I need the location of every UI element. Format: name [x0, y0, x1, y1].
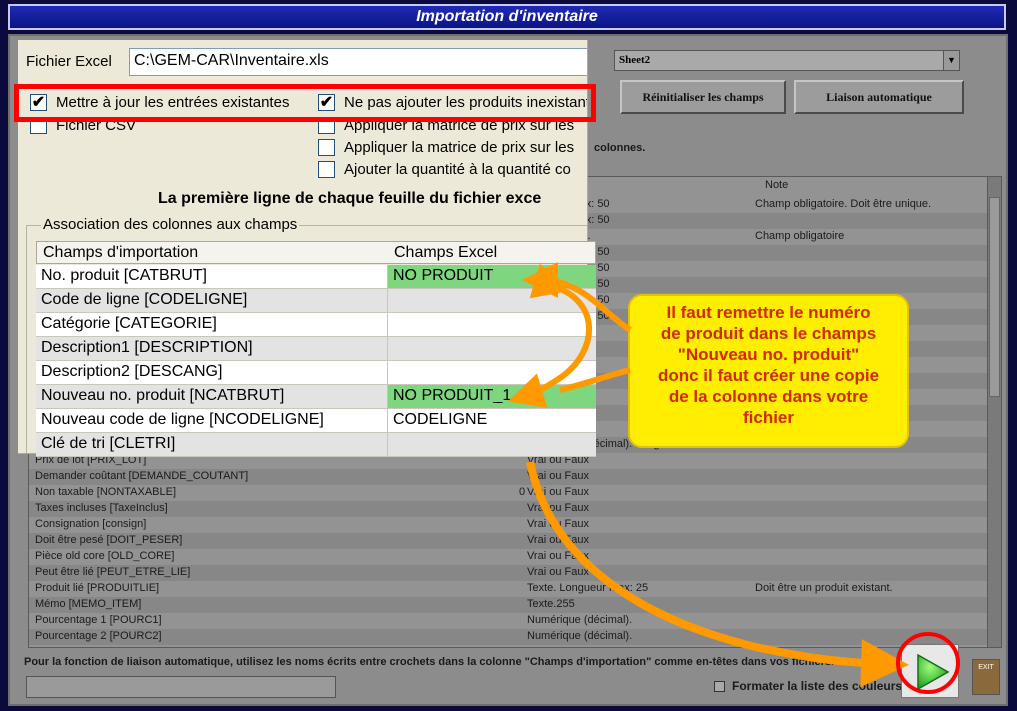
instruction-callout: Il faut remettre le numéro de produit da…: [628, 294, 909, 448]
table-row[interactable]: Pourcentage 1 [POURC1] Numérique (décimal…: [29, 613, 987, 629]
file-label: Fichier Excel: [26, 53, 112, 70]
grid-header-excel-fields: Champs Excel: [394, 244, 498, 261]
scrollbar-thumb[interactable]: [989, 197, 1000, 397]
window-title: Importation d'inventaire: [8, 4, 1006, 30]
grid-row[interactable]: Clé de tri [CLETRI]: [36, 433, 596, 457]
grid-row[interactable]: Description2 [DESCANG]: [36, 361, 596, 385]
qty-label: Ajouter la quantité à la quantité co: [344, 161, 571, 178]
callout-line: donc il faut créer une copie: [657, 366, 880, 385]
grid-row[interactable]: Nouveau code de ligne [NCODELIGNE] CODELI…: [36, 409, 596, 433]
table-cell: Vrai ou Faux: [527, 502, 589, 514]
sheet-select[interactable]: Sheet2 ▼: [614, 50, 960, 71]
table-cell: Vrai ou Faux: [527, 534, 589, 546]
table-row[interactable]: Pièce old core [OLD_CORE] Vrai ou Faux: [29, 549, 987, 565]
table-cell: Pourcentage 1 [POURC1]: [35, 614, 162, 626]
callout-line: de produit dans le champs: [660, 324, 877, 343]
table-row[interactable]: Produit lié [PRODUITLIE] Texte. Longueur …: [29, 581, 987, 597]
footer-instructions: Pour la fonction de liaison automatique,…: [24, 656, 835, 668]
table-cell: Texte. Longueur max: 25: [527, 582, 649, 594]
import-field-cell: Nouveau code de ligne [NCODELIGNE]: [36, 409, 388, 432]
colonnes-text: colonnes.: [594, 142, 646, 154]
table-cell: Doit être un produit existant.: [755, 582, 893, 594]
table-cell: Texte.255: [527, 598, 575, 610]
table-cell: Mémo [MEMO_ITEM]: [35, 598, 142, 610]
excel-field-cell[interactable]: [388, 361, 596, 384]
table-cell: 0: [519, 486, 526, 498]
table-cell: Champ obligatoire: [755, 230, 845, 242]
table-cell: Consignation [consign]: [35, 518, 147, 530]
excel-file-input[interactable]: C:\GEM-CAR\Inventaire.xls: [129, 48, 587, 76]
table-cell: Numérique (décimal).: [527, 614, 633, 626]
table-row[interactable]: Demander coûtant [DEMANDE_COUTANT] Vrai o…: [29, 469, 987, 485]
table-cell: Produit lié [PRODUITLIE]: [35, 582, 160, 594]
table-cell: Taxes incluses [TaxeInclus]: [35, 502, 168, 514]
matrix2-checkbox[interactable]: [318, 139, 335, 156]
import-field-cell: Description1 [DESCRIPTION]: [36, 337, 388, 360]
callout-line: Il faut remettre le numéro: [666, 303, 871, 322]
excel-field-cell[interactable]: CODELIGNE: [388, 409, 596, 432]
import-field-cell: Description2 [DESCANG]: [36, 361, 388, 384]
table-cell: Peut être lié [PEUT_ETRE_LIE]: [35, 566, 191, 578]
reset-fields-button[interactable]: Réinitialiser les champs: [620, 80, 786, 114]
excel-field-cell[interactable]: [388, 313, 596, 336]
table-row[interactable]: Doit être pesé [DOIT_PESER] Vrai ou Faux: [29, 533, 987, 549]
qty-checkbox[interactable]: [318, 161, 335, 178]
grid-header: Champs d'importation Champs Excel: [36, 241, 596, 264]
table-cell: Vrai ou Faux: [527, 486, 589, 498]
play-icon: [917, 653, 950, 691]
import-field-cell: Nouveau no. produit [NCATBRUT]: [36, 385, 388, 408]
table-row[interactable]: Non taxable [NONTAXABLE] 0 Vrai ou Faux: [29, 485, 987, 501]
format-checkbox[interactable]: [714, 681, 725, 692]
grid-scrollbar[interactable]: [987, 177, 1001, 647]
table-cell: Pièce old core [OLD_CORE]: [35, 550, 175, 562]
table-row[interactable]: Taxes incluses [TaxeInclus] Vrai ou Faux: [29, 501, 987, 517]
format-checkbox-label: Formater la liste des couleurs: [732, 679, 903, 693]
table-cell: Champ obligatoire. Doit être unique.: [755, 198, 932, 210]
table-cell: Vrai ou Faux: [527, 470, 589, 482]
grid-row[interactable]: No. produit [CATBRUT] NO PRODUIT: [36, 265, 596, 289]
sheet-select-value: Sheet2: [619, 54, 651, 66]
exit-icon[interactable]: EXIT: [972, 659, 1000, 695]
import-play-button[interactable]: [901, 644, 959, 698]
grid-header-note: Note: [765, 179, 789, 191]
first-line-note: La première ligne de chaque feuille du f…: [158, 190, 542, 207]
table-row[interactable]: Pourcentage 2 [POURC2] Numérique (décimal…: [29, 629, 987, 645]
table-cell: Doit être pesé [DOIT_PESER]: [35, 534, 183, 546]
import-field-cell: Code de ligne [CODELIGNE]: [36, 289, 388, 312]
table-cell: Numérique (décimal).: [527, 630, 633, 642]
callout-line: fichier: [742, 408, 795, 427]
table-cell: Vrai ou Faux: [527, 518, 589, 530]
excel-field-cell[interactable]: [388, 337, 596, 360]
grid-row[interactable]: Catégorie [CATEGORIE]: [36, 313, 596, 337]
import-field-cell: Clé de tri [CLETRI]: [36, 433, 388, 456]
excel-field-cell[interactable]: NO PRODUIT_1: [388, 385, 596, 408]
matrix2-label: Appliquer la matrice de prix sur les: [344, 139, 575, 156]
import-field-cell: No. produit [CATBRUT]: [36, 265, 388, 288]
table-cell: Pourcentage 2 [POURC2]: [35, 630, 162, 642]
table-cell: Vrai ou Faux: [527, 566, 589, 578]
grid-row[interactable]: Nouveau no. produit [NCATBRUT] NO PRODUIT…: [36, 385, 596, 409]
auto-link-button[interactable]: Liaison automatique: [794, 80, 964, 114]
status-field: [26, 676, 336, 698]
chevron-down-icon[interactable]: ▼: [943, 51, 959, 70]
excel-field-cell[interactable]: [388, 289, 596, 312]
excel-field-cell[interactable]: [388, 433, 596, 456]
table-row[interactable]: Mémo [MEMO_ITEM] Texte.255: [29, 597, 987, 613]
grid-row[interactable]: Code de ligne [CODELIGNE]: [36, 289, 596, 313]
table-cell: Demander coûtant [DEMANDE_COUTANT]: [35, 470, 249, 482]
exit-label: EXIT: [978, 664, 994, 671]
table-cell: Vrai ou Faux: [527, 550, 589, 562]
table-row[interactable]: Consignation [consign] Vrai ou Faux: [29, 517, 987, 533]
table-row[interactable]: Peut être lié [PEUT_ETRE_LIE] Vrai ou Fau…: [29, 565, 987, 581]
grid-header-import-fields: Champs d'importation: [43, 244, 199, 261]
excel-field-cell[interactable]: NO PRODUIT: [388, 265, 596, 288]
callout-line: de la colonne dans votre: [668, 387, 869, 406]
callout-line: "Nouveau no. produit": [677, 345, 860, 364]
import-field-cell: Catégorie [CATEGORIE]: [36, 313, 388, 336]
grid-row[interactable]: Description1 [DESCRIPTION]: [36, 337, 596, 361]
group-title: Association des colonnes aux champs: [41, 216, 300, 233]
checkbox-highlight-frame: [14, 84, 596, 122]
table-cell: Non taxable [NONTAXABLE]: [35, 486, 177, 498]
